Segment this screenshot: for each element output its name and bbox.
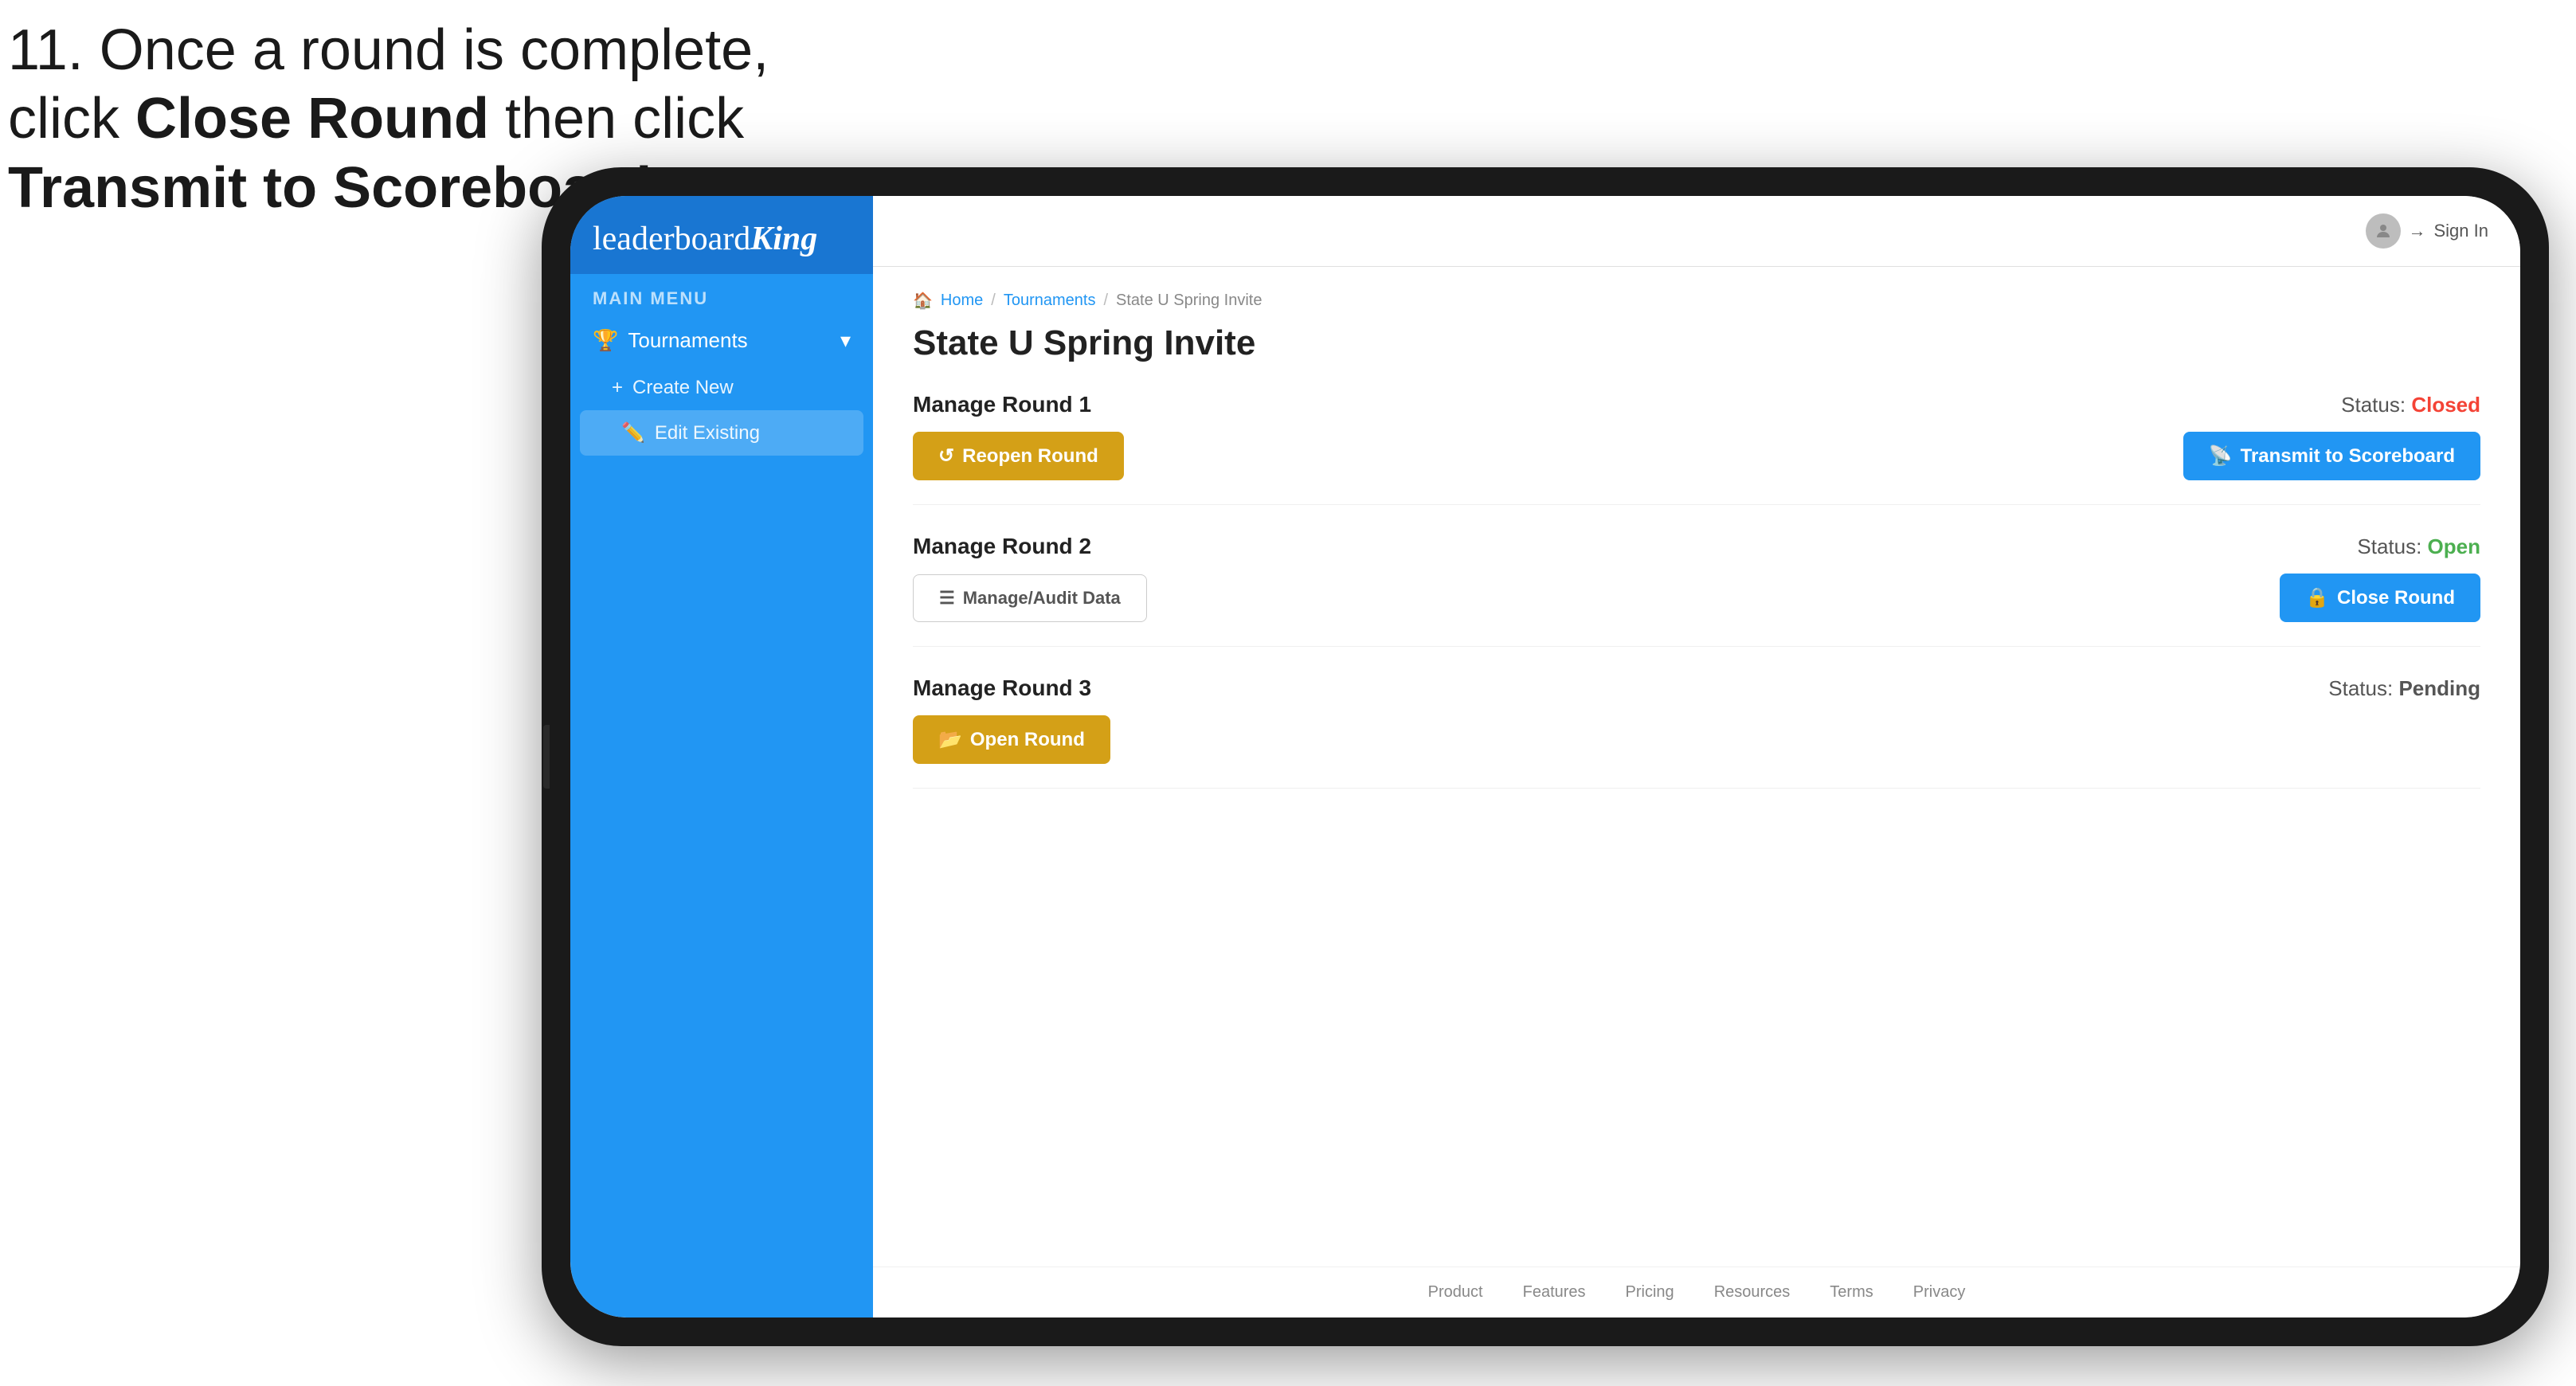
reopen-icon: ↺: [938, 444, 954, 468]
footer-features[interactable]: Features: [1523, 1283, 1586, 1302]
page-title: State U Spring Invite: [913, 323, 2480, 363]
close-round-icon: 🔒: [2305, 586, 2329, 609]
sign-in-icon: →: [2409, 221, 2426, 241]
footer-pricing[interactable]: Pricing: [1626, 1283, 1674, 1302]
round-3-status: Status: Pending: [2328, 676, 2480, 701]
top-bar: → Sign In: [873, 196, 2520, 267]
close-round-button[interactable]: 🔒 Close Round: [2280, 574, 2480, 622]
round-2-status: Status: Open: [2357, 534, 2480, 559]
round-3-title: Manage Round 3: [913, 675, 1091, 701]
logo: leaderboardKing: [593, 220, 851, 258]
sign-in-button[interactable]: → Sign In: [2366, 213, 2489, 249]
chevron-down-icon: ▾: [840, 328, 851, 353]
edit-icon: ✏️: [621, 421, 645, 444]
manage-audit-data-button[interactable]: ☰ Manage/Audit Data: [913, 574, 1147, 622]
transmit-scoreboard-button[interactable]: 📡 Transmit to Scoreboard: [2183, 432, 2480, 480]
footer-resources[interactable]: Resources: [1714, 1283, 1791, 1302]
footer-terms[interactable]: Terms: [1830, 1283, 1873, 1302]
main-content: → Sign In 🏠 Home / Tournaments / State U…: [873, 196, 2520, 1317]
round-2-section: Manage Round 2 Status: Open ☰ Manage/Aud…: [913, 534, 2480, 647]
breadcrumb-home[interactable]: Home: [941, 292, 983, 310]
footer-privacy[interactable]: Privacy: [1913, 1283, 1966, 1302]
home-icon: 🏠: [913, 291, 933, 311]
tablet-screen: leaderboardKing MAIN MENU 🏆 Tournaments …: [570, 196, 2520, 1317]
audit-icon: ☰: [939, 588, 955, 609]
footer-product[interactable]: Product: [1428, 1283, 1483, 1302]
sidebar-menu-label: MAIN MENU: [570, 274, 873, 315]
round-1-status: Status: Closed: [2341, 393, 2480, 417]
content-area: 🏠 Home / Tournaments / State U Spring In…: [873, 267, 2520, 1267]
breadcrumb-current: State U Spring Invite: [1116, 292, 1262, 310]
breadcrumb: 🏠 Home / Tournaments / State U Spring In…: [913, 291, 2480, 311]
reopen-round-button[interactable]: ↺ Reopen Round: [913, 432, 1124, 480]
app-container: leaderboardKing MAIN MENU 🏆 Tournaments …: [570, 196, 2520, 1317]
round-1-section: Manage Round 1 Status: Closed ↺ Reopen R…: [913, 392, 2480, 505]
footer: Product Features Pricing Resources Terms…: [873, 1267, 2520, 1317]
round-1-title: Manage Round 1: [913, 392, 1091, 417]
plus-icon: +: [612, 377, 623, 399]
transmit-icon: 📡: [2209, 444, 2233, 468]
sidebar-logo: leaderboardKing: [570, 196, 873, 274]
tablet-side-button: [543, 725, 550, 789]
round-2-title: Manage Round 2: [913, 534, 1091, 559]
trophy-icon: 🏆: [593, 328, 618, 353]
sidebar: leaderboardKing MAIN MENU 🏆 Tournaments …: [570, 196, 873, 1317]
open-round-icon: 📂: [938, 728, 962, 751]
avatar: [2366, 213, 2401, 249]
sidebar-create-new[interactable]: + Create New: [570, 366, 873, 410]
open-round-button[interactable]: 📂 Open Round: [913, 715, 1110, 764]
sidebar-edit-existing[interactable]: ✏️ Edit Existing: [580, 410, 863, 456]
breadcrumb-tournaments[interactable]: Tournaments: [1004, 292, 1096, 310]
round-3-section: Manage Round 3 Status: Pending 📂 Open Ro…: [913, 675, 2480, 789]
tablet-frame: leaderboardKing MAIN MENU 🏆 Tournaments …: [542, 167, 2549, 1346]
sidebar-item-tournaments[interactable]: 🏆 Tournaments ▾: [570, 315, 873, 366]
